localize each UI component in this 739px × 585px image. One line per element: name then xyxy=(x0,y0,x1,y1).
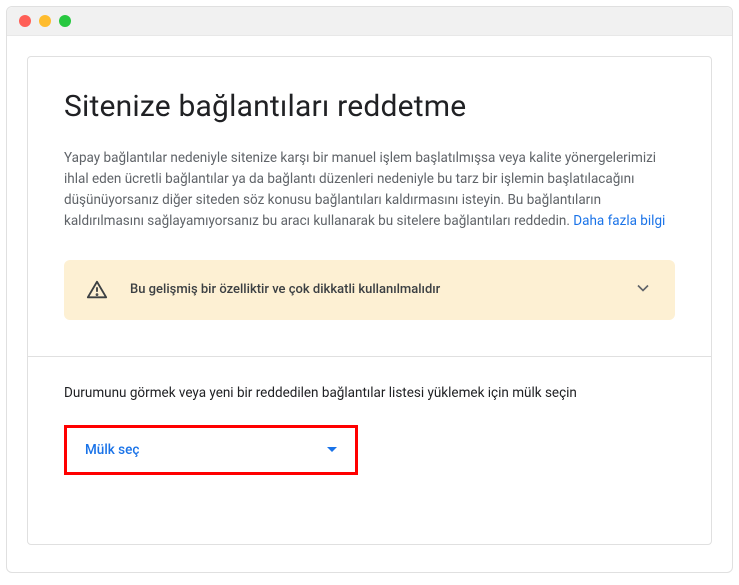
warning-icon xyxy=(86,279,108,301)
chevron-down-icon[interactable] xyxy=(633,278,653,302)
main-card: Sitenize bağlantıları reddetme Yapay bağ… xyxy=(27,56,712,545)
property-select-text: Mülk seç xyxy=(85,442,139,458)
property-select-highlight: Mülk seç xyxy=(64,425,358,475)
page-description: Yapay bağlantılar nedeniyle sitenize kar… xyxy=(64,148,675,232)
warning-box[interactable]: Bu gelişmiş bir özelliktir ve çok dikkat… xyxy=(64,260,675,320)
minimize-window-button[interactable] xyxy=(39,15,51,27)
dropdown-arrow-icon xyxy=(327,447,337,452)
section-divider xyxy=(28,356,711,357)
property-select-button[interactable]: Mülk seç xyxy=(71,432,351,468)
property-select-label: Durumunu görmek veya yeni bir reddedilen… xyxy=(64,385,675,401)
maximize-window-button[interactable] xyxy=(59,15,71,27)
learn-more-link[interactable]: Daha fazla bilgi xyxy=(573,213,665,229)
content-area: Sitenize bağlantıları reddetme Yapay bağ… xyxy=(7,36,732,565)
description-text: Yapay bağlantılar nedeniyle sitenize kar… xyxy=(64,150,656,229)
close-window-button[interactable] xyxy=(19,15,31,27)
page-title: Sitenize bağlantıları reddetme xyxy=(64,89,675,124)
window-frame: Sitenize bağlantıları reddetme Yapay bağ… xyxy=(6,6,733,573)
warning-text: Bu gelişmiş bir özelliktir ve çok dikkat… xyxy=(130,282,611,297)
title-bar xyxy=(7,7,732,36)
